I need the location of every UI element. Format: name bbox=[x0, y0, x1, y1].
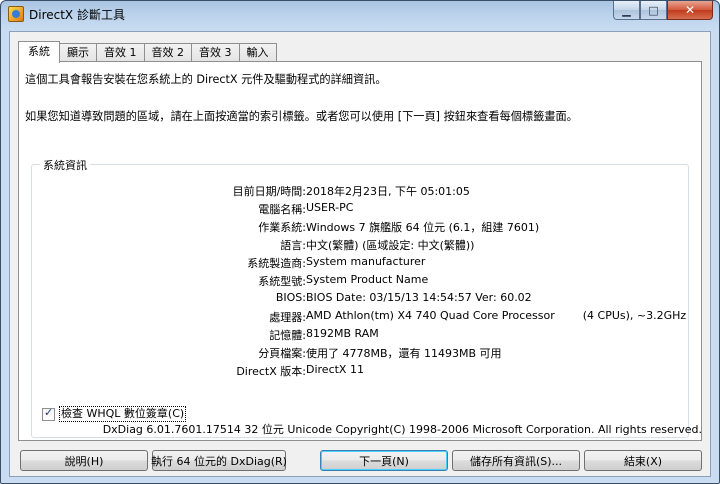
info-row-language: 語言: 中文(繁體) (區域設定: 中文(繁體)) bbox=[32, 237, 688, 255]
info-row-page-file: 分頁檔案: 使用了 4778MB，還有 11493MB 可用 bbox=[32, 345, 688, 363]
info-label: 語言: bbox=[280, 239, 306, 252]
tab-system[interactable]: 系統 bbox=[18, 41, 60, 63]
info-label: 分頁檔案: bbox=[258, 347, 306, 360]
whql-label[interactable]: 檢查 WHQL 數位簽章(C) bbox=[59, 406, 187, 422]
version-copyright-text: DxDiag 6.01.7601.17514 32 位元 Unicode Cop… bbox=[102, 423, 702, 436]
info-value: 中文(繁體) (區域設定: 中文(繁體)) bbox=[306, 239, 475, 252]
info-row-os: 作業系統: Windows 7 旗艦版 64 位元 (6.1，組建 7601) bbox=[32, 219, 688, 237]
title-bar[interactable]: DirectX 診斷工具 ▁ □ ✕ bbox=[1, 1, 719, 29]
next-page-button[interactable]: 下一頁(N) bbox=[320, 450, 448, 471]
system-info-group: 系統資訊 目前日期/時間: 2018年2月23日, 下午 05:01:05 電腦… bbox=[31, 157, 689, 438]
system-tab-panel: 這個工具會報告安裝在您系統上的 DirectX 元件及驅動程式的詳細資訊。 如果… bbox=[18, 61, 702, 441]
info-label: 目前日期/時間: bbox=[232, 185, 306, 198]
run-64bit-dxdiag-button[interactable]: 執行 64 位元的 DxDiag(R) bbox=[151, 450, 287, 471]
tab-input[interactable]: 輸入 bbox=[238, 43, 277, 62]
info-value: System Product Name bbox=[306, 273, 429, 286]
intro-line-2: 如果您知道導致問題的區域，請在上面按適當的索引標籤。或者您可以使用 [下一頁] … bbox=[25, 110, 578, 123]
info-value: USER-PC bbox=[306, 201, 354, 214]
info-value: Windows 7 旗艦版 64 位元 (6.1，組建 7601) bbox=[306, 221, 540, 234]
info-row-directx-version: DirectX 版本: DirectX 11 bbox=[32, 363, 688, 381]
minimize-icon: ▁ bbox=[622, 3, 631, 17]
exit-button[interactable]: 結束(X) bbox=[584, 450, 702, 471]
intro-line-1: 這個工具會報告安裝在您系統上的 DirectX 元件及驅動程式的詳細資訊。 bbox=[25, 73, 387, 86]
info-row-computer-name: 電腦名稱: USER-PC bbox=[32, 201, 688, 219]
close-icon: ✕ bbox=[684, 3, 696, 17]
info-value: 2018年2月23日, 下午 05:01:05 bbox=[306, 185, 470, 198]
maximize-icon: □ bbox=[648, 3, 659, 17]
info-label: BIOS: bbox=[275, 291, 306, 304]
close-button[interactable]: ✕ bbox=[667, 1, 713, 20]
info-value: BIOS Date: 03/15/13 14:54:57 Ver: 60.02 bbox=[306, 291, 532, 304]
tab-strip: 系統 顯示 音效 1 音效 2 音效 3 輸入 bbox=[18, 41, 277, 63]
info-label: 系統型號: bbox=[258, 275, 306, 288]
window-title: DirectX 診斷工具 bbox=[29, 8, 125, 22]
info-value: 8192MB RAM bbox=[306, 327, 379, 340]
info-row-bios: BIOS: BIOS Date: 03/15/13 14:54:57 Ver: … bbox=[32, 291, 688, 309]
info-row-processor: 處理器: AMD Athlon(tm) X4 740 Quad Core Pro… bbox=[32, 309, 688, 327]
info-value: System manufacturer bbox=[306, 255, 426, 268]
tab-sound-1[interactable]: 音效 1 bbox=[96, 43, 145, 62]
info-value: 使用了 4778MB，還有 11493MB 可用 bbox=[306, 347, 502, 360]
whql-check-row[interactable]: 檢查 WHQL 數位簽章(C) bbox=[42, 406, 187, 422]
info-value: DirectX 11 bbox=[306, 363, 364, 376]
system-info-title: 系統資訊 bbox=[40, 157, 90, 173]
info-label: 系統製造商: bbox=[247, 257, 306, 270]
info-row-datetime: 目前日期/時間: 2018年2月23日, 下午 05:01:05 bbox=[32, 183, 688, 201]
save-all-info-button[interactable]: 儲存所有資訊(S)... bbox=[452, 450, 580, 471]
client-area: 系統 顯示 音效 1 音效 2 音效 3 輸入 這個工具會報告安裝在您系統上的 … bbox=[9, 31, 711, 477]
tab-display[interactable]: 顯示 bbox=[59, 43, 97, 62]
info-row-manufacturer: 系統製造商: System manufacturer bbox=[32, 255, 688, 273]
info-label: 作業系統: bbox=[258, 221, 306, 234]
minimize-button[interactable]: ▁ bbox=[613, 1, 640, 20]
info-label: 記憶體: bbox=[269, 329, 306, 342]
directx-app-icon bbox=[8, 6, 24, 22]
info-row-memory: 記憶體: 8192MB RAM bbox=[32, 327, 688, 345]
info-row-model: 系統型號: System Product Name bbox=[32, 273, 688, 291]
info-value: AMD Athlon(tm) X4 740 Quad Core Processo… bbox=[306, 309, 687, 322]
tab-sound-3[interactable]: 音效 3 bbox=[191, 43, 240, 62]
info-label: DirectX 版本: bbox=[236, 365, 306, 378]
info-label: 處理器: bbox=[269, 311, 306, 324]
dxdiag-window: DirectX 診斷工具 ▁ □ ✕ 系統 顯示 音效 1 音效 2 音效 3 … bbox=[0, 0, 720, 484]
caption-buttons: ▁ □ ✕ bbox=[613, 1, 713, 21]
maximize-button[interactable]: □ bbox=[640, 1, 667, 20]
tab-sound-2[interactable]: 音效 2 bbox=[143, 43, 192, 62]
help-button[interactable]: 說明(H) bbox=[20, 450, 148, 471]
info-label: 電腦名稱: bbox=[258, 203, 306, 216]
whql-checkbox[interactable] bbox=[42, 406, 55, 421]
